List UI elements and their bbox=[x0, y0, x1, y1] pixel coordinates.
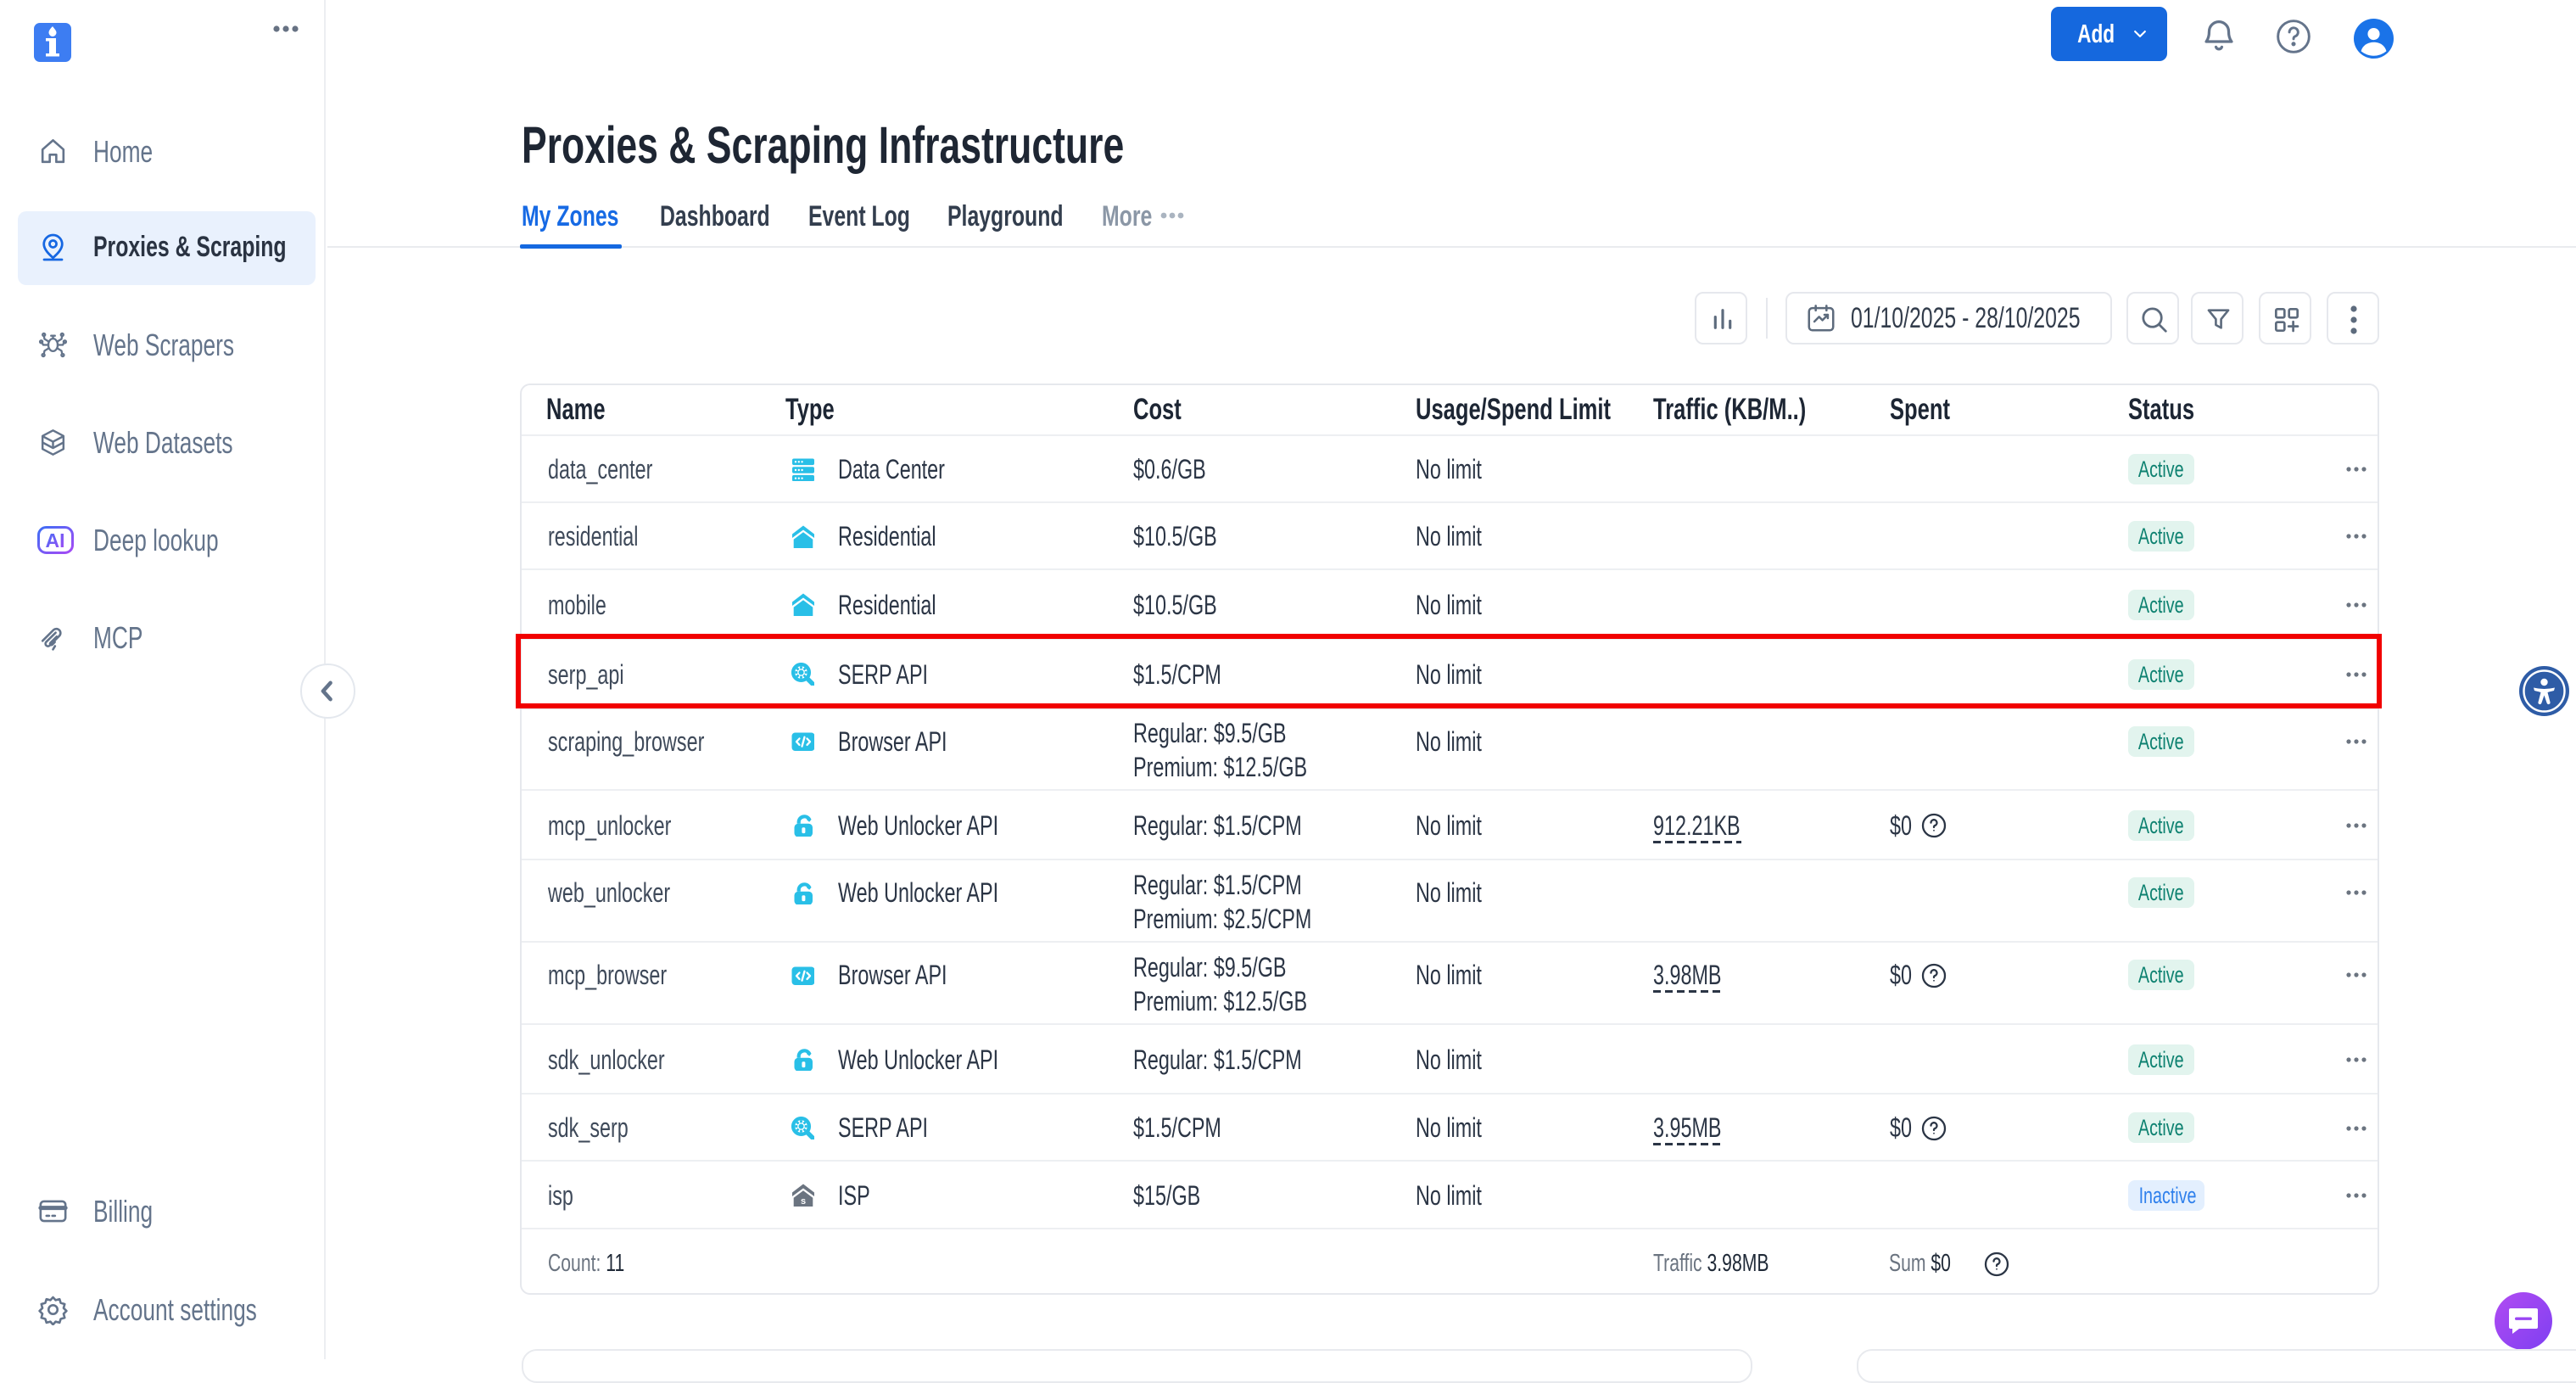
svg-text:AI: AI bbox=[46, 529, 65, 552]
